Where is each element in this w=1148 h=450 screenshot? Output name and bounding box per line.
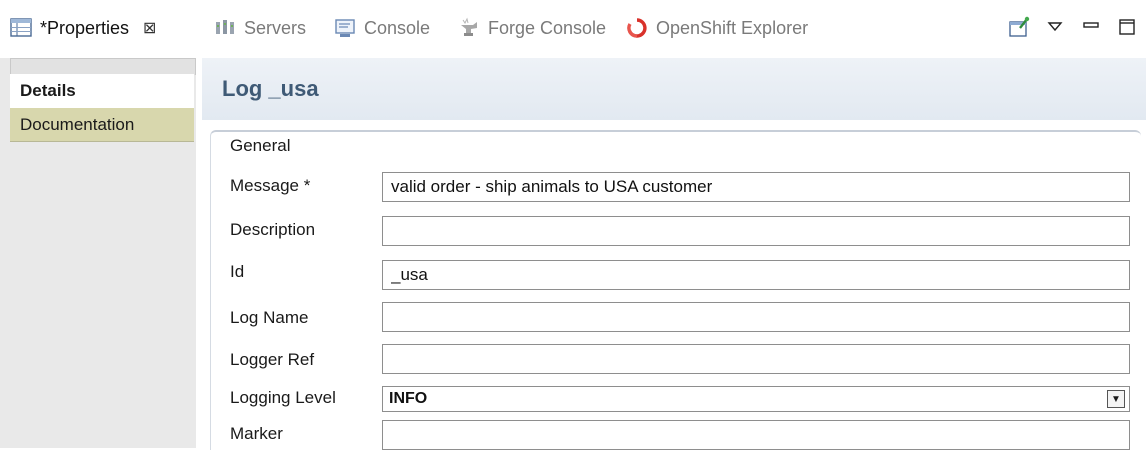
tab-list-header [10,58,196,75]
properties-tab-list: Details Documentation [0,58,196,448]
left-tab-documentation[interactable]: Documentation [10,108,194,142]
tab-properties-label: *Properties [40,17,130,38]
logging-level-value: INFO [389,390,428,407]
logging-level-label: Logging Level [230,388,336,407]
openshift-icon [626,17,648,39]
forge-icon [458,17,480,39]
view-menu-icon[interactable] [1044,16,1066,38]
console-icon [334,17,356,39]
tab-servers-label: Servers [244,17,307,38]
view-toolbar [1008,14,1138,40]
tab-forge-label: Forge Console [488,17,607,38]
message-label: Message * [230,176,311,195]
title-header: Log _usa [202,58,1146,120]
marker-input[interactable] [382,420,1130,450]
logging-level-select[interactable]: INFO ▼ [382,386,1130,412]
tab-servers[interactable]: Servers [214,14,306,42]
logger-ref-input[interactable] [382,344,1130,374]
tab-console-label: Console [364,17,431,38]
tab-openshift-label: OpenShift Explorer [656,17,809,38]
tab-console[interactable]: Console [334,14,430,42]
marker-label: Marker [230,424,283,443]
id-input[interactable] [382,260,1130,290]
description-label: Description [230,220,316,239]
tab-forge-console[interactable]: Forge Console [458,14,606,42]
description-input[interactable] [382,216,1130,246]
minimize-icon[interactable] [1080,16,1102,38]
properties-table-icon [10,17,32,39]
log-name-label: Log Name [230,308,309,327]
id-label: Id [230,262,245,281]
tab-properties[interactable]: *Properties ⊠ [10,14,156,42]
page-title: Log _usa [222,76,319,101]
view-tab-bar: *Properties ⊠ Servers Console Forge Cons… [0,0,1148,58]
tab-openshift-explorer[interactable]: OpenShift Explorer [626,14,808,42]
servers-icon [214,17,236,39]
logger-ref-label: Logger Ref [230,350,315,369]
section-title: General [230,136,291,155]
left-tab-details[interactable]: Details [10,74,194,108]
message-input[interactable] [382,172,1130,202]
dropdown-arrow-icon[interactable]: ▼ [1107,390,1125,408]
log-name-input[interactable] [382,302,1130,332]
properties-content: Log _usa General Message * Description I… [196,58,1148,450]
pin-editor-icon[interactable] [1008,16,1030,38]
maximize-icon[interactable] [1116,16,1138,38]
close-tab-icon[interactable]: ⊠ [143,18,156,38]
